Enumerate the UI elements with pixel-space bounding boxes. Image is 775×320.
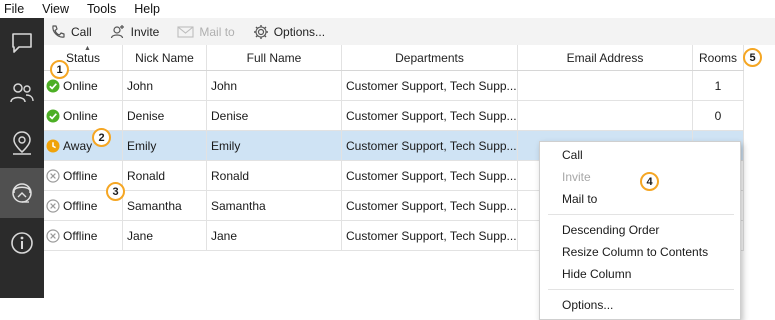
status-text: Offline: [63, 228, 98, 243]
full-name-cell: Jane: [207, 221, 342, 250]
nick-name-cell: John: [123, 71, 207, 100]
options-button[interactable]: Options...: [253, 24, 325, 40]
departments-cell: Customer Support, Tech Supp...: [342, 71, 518, 100]
context-menu-hide-column[interactable]: Hide Column: [540, 263, 740, 285]
chat-icon: [12, 33, 32, 53]
menu-divider: [548, 289, 734, 290]
phone-icon: [52, 24, 65, 38]
sidebar: [0, 18, 44, 298]
away-clock-icon: [46, 139, 60, 152]
nick-name-cell: Ronald: [123, 161, 207, 190]
nick-name-cell: Jane: [123, 221, 207, 250]
context-menu-descending-order[interactable]: Descending Order: [540, 219, 740, 241]
context-menu-mail-to[interactable]: Mail to: [540, 188, 740, 210]
column-header-rooms[interactable]: Rooms: [693, 45, 744, 70]
location-pin-icon: [13, 131, 31, 155]
context-menu-options[interactable]: Options...: [540, 294, 740, 316]
offline-status-icon: [46, 198, 60, 213]
gear-icon: [253, 24, 268, 39]
sidebar-item-users[interactable]: [0, 68, 44, 118]
departments-cell: Customer Support, Tech Supp...: [342, 191, 518, 220]
callout-badge-2: 2: [92, 128, 111, 147]
email-cell: [518, 71, 693, 100]
call-button[interactable]: Call: [50, 24, 92, 40]
invite-button-label: Invite: [130, 24, 160, 39]
rooms-cell: 1: [693, 71, 744, 100]
departments-cell: Customer Support, Tech Supp...: [342, 131, 518, 160]
call-button-label: Call: [71, 24, 92, 39]
full-name-cell: Ronald: [207, 161, 342, 190]
rooms-cell: 0: [693, 101, 744, 130]
callout-badge-3: 3: [106, 182, 125, 201]
full-name-cell: Samantha: [207, 191, 342, 220]
column-header-departments[interactable]: Departments: [342, 45, 518, 70]
status-text: Offline: [63, 168, 98, 183]
callout-badge-1: 1: [50, 60, 69, 79]
sidebar-item-info[interactable]: [0, 218, 44, 268]
nick-name-cell: Samantha: [123, 191, 207, 220]
offline-status-icon: [46, 168, 60, 183]
toolbar: Call Invite Mail to Options...: [44, 18, 775, 45]
table-header: Status Nick Name Full Name Departments E…: [44, 45, 744, 71]
departments-cell: Customer Support, Tech Supp...: [342, 101, 518, 130]
mail-to-button-label: Mail to: [199, 24, 235, 39]
menu-tools[interactable]: Tools: [87, 2, 116, 16]
info-icon: [11, 232, 33, 254]
menu-view[interactable]: View: [42, 2, 69, 16]
sidebar-item-chat[interactable]: [0, 18, 44, 68]
online-status-icon: [46, 79, 60, 92]
invite-button[interactable]: Invite: [110, 24, 160, 40]
departments-cell: Customer Support, Tech Supp...: [342, 161, 518, 190]
table-row[interactable]: Online Denise Denise Customer Support, T…: [44, 101, 744, 131]
callout-badge-4: 4: [640, 172, 659, 191]
full-name-cell: John: [207, 71, 342, 100]
sidebar-item-support[interactable]: [0, 168, 44, 218]
status-cell: Online: [44, 101, 123, 130]
status-text: Online: [63, 108, 98, 123]
column-header-email-address[interactable]: Email Address: [518, 45, 693, 70]
menu-help[interactable]: Help: [134, 2, 160, 16]
mail-icon: [177, 25, 194, 38]
nick-name-cell: Emily: [123, 131, 207, 160]
departments-cell: Customer Support, Tech Supp...: [342, 221, 518, 250]
users-icon: [10, 83, 34, 103]
table-row[interactable]: Online John John Customer Support, Tech …: [44, 71, 744, 101]
add-user-icon: [110, 24, 124, 38]
menu-file[interactable]: File: [4, 2, 24, 16]
full-name-cell: Emily: [207, 131, 342, 160]
offline-status-icon: [46, 228, 60, 243]
menu-bar: File View Tools Help: [0, 0, 775, 18]
status-cell: Away: [44, 131, 123, 160]
column-header-nick-name[interactable]: Nick Name: [123, 45, 207, 70]
status-text: Online: [63, 78, 98, 93]
sort-ascending-icon: ▲: [84, 45, 91, 52]
status-text: Away: [63, 138, 93, 153]
column-header-full-name[interactable]: Full Name: [207, 45, 342, 70]
options-button-label: Options...: [273, 24, 326, 39]
context-menu: Call Invite Mail to Descending Order Res…: [539, 141, 741, 320]
nick-name-cell: Denise: [123, 101, 207, 130]
email-cell: [518, 101, 693, 130]
online-status-icon: [46, 109, 60, 122]
headset-support-icon: [12, 183, 32, 203]
menu-divider: [548, 214, 734, 215]
context-menu-call[interactable]: Call: [540, 144, 740, 166]
mail-to-button[interactable]: Mail to: [177, 24, 235, 39]
status-text: Offline: [63, 198, 98, 213]
sidebar-item-location[interactable]: [0, 118, 44, 168]
callout-badge-5: 5: [743, 48, 762, 67]
status-cell: Offline: [44, 221, 123, 250]
full-name-cell: Denise: [207, 101, 342, 130]
context-menu-resize-column[interactable]: Resize Column to Contents: [540, 241, 740, 263]
